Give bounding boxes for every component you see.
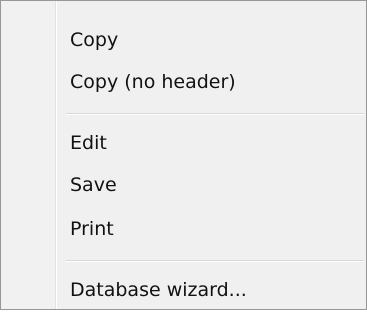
menu-item-label: Save: [70, 174, 117, 196]
menu-item-label: Edit: [70, 132, 107, 154]
menu-separator: [66, 260, 364, 262]
menu-item-label: Print: [70, 218, 114, 240]
menu-item-database-wizard[interactable]: Database wizard...: [3, 268, 364, 312]
menu-item-save[interactable]: Save: [3, 163, 364, 207]
menu-separator: [66, 113, 364, 115]
menu-item-label: Copy: [70, 29, 119, 51]
menu-item-copy-no-header[interactable]: Copy (no header): [3, 60, 364, 104]
menu-item-edit[interactable]: Edit: [3, 121, 364, 165]
menu-item-print[interactable]: Print: [3, 207, 364, 251]
context-menu: Copy Copy (no header) Edit Save Print Da…: [0, 0, 367, 310]
menu-item-label: Database wizard...: [70, 279, 247, 301]
menu-item-label: Copy (no header): [70, 71, 236, 93]
menu-item-copy[interactable]: Copy: [3, 18, 364, 62]
